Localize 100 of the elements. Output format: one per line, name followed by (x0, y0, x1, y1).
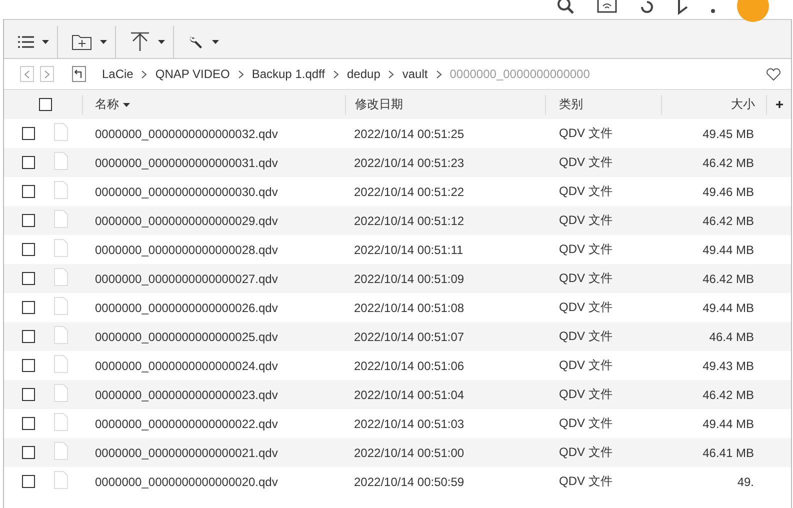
file-size: 46.42 MB (702, 214, 755, 228)
modified-date: 2022/10/14 00:51:06 (353, 358, 466, 372)
modified-date: 2022/10/14 00:51:12 (353, 214, 466, 228)
column-header[interactable]: 大小 (731, 96, 755, 113)
row-checkbox[interactable] (22, 475, 35, 488)
right-chevron-icon (44, 70, 50, 78)
file-size: 49.44 MB (702, 416, 755, 430)
row-checkbox[interactable] (22, 417, 35, 430)
parent-folder-button[interactable] (72, 66, 86, 82)
column-header[interactable]: 名称 (95, 96, 119, 113)
file-type: QDV 文件 (558, 125, 614, 142)
file-icon (54, 355, 68, 373)
row-checkbox[interactable] (22, 388, 35, 401)
add-column-icon[interactable] (776, 101, 782, 108)
file-type: QDV 文件 (558, 328, 614, 345)
file-type: QDV 文件 (558, 386, 614, 403)
list-icon (18, 36, 34, 48)
row-checkbox[interactable] (22, 272, 35, 285)
file-name[interactable]: 0000000_0000000000000027.qdv (82, 272, 345, 286)
file-size: 49. (736, 474, 755, 488)
caret-icon (100, 40, 107, 44)
file-name[interactable]: 0000000_0000000000000029.qdv (82, 214, 345, 228)
file-icon (54, 442, 68, 460)
row-checkbox[interactable] (22, 185, 35, 198)
chevron-icon (388, 70, 394, 78)
refresh-icon[interactable] (639, 0, 655, 15)
chevron-icon (141, 70, 148, 78)
file-name[interactable]: 0000000_0000000000000025.qdv (82, 330, 345, 344)
file-icon (54, 268, 68, 286)
modified-date: 2022/10/14 00:50:59 (353, 474, 466, 488)
breadcrumb-link[interactable]: LaCie (102, 67, 134, 81)
file-name[interactable]: 0000000_0000000000000023.qdv (82, 388, 345, 402)
file-type: QDV 文件 (558, 212, 614, 229)
modified-date: 2022/10/14 00:51:22 (353, 184, 466, 198)
file-type: QDV 文件 (558, 444, 614, 461)
file-type: QDV 文件 (558, 357, 614, 374)
file-icon (54, 239, 68, 257)
file-name[interactable]: 0000000_0000000000000026.qdv (82, 300, 345, 314)
file-name[interactable]: 0000000_0000000000000020.qdv (82, 474, 345, 488)
file-type: QDV 文件 (558, 415, 614, 432)
modified-date: 2022/10/14 00:51:07 (353, 330, 466, 344)
file-icon (54, 384, 68, 402)
breadcrumb-link[interactable]: QNAP VIDEO (155, 67, 230, 81)
left-chevron-icon (24, 70, 30, 78)
file-size: 46.4 MB (708, 330, 755, 344)
breadcrumb-link[interactable]: Backup 1.qdff (252, 67, 325, 81)
file-size: 49.46 MB (702, 184, 755, 198)
chevron-icon (436, 70, 442, 78)
row-checkbox[interactable] (22, 127, 35, 140)
modified-date: 2022/10/14 00:51:04 (353, 388, 466, 402)
folder-plus-icon (72, 34, 92, 50)
caret-icon (212, 40, 219, 44)
row-checkbox[interactable] (22, 156, 35, 169)
modified-date: 2022/10/14 00:51:09 (353, 272, 466, 286)
caret-icon (158, 40, 165, 44)
file-size: 49.44 MB (702, 300, 755, 314)
file-name[interactable]: 0000000_0000000000000031.qdv (82, 156, 345, 170)
file-icon (54, 210, 68, 228)
file-name[interactable]: 0000000_0000000000000030.qdv (82, 184, 345, 198)
modified-date: 2022/10/14 00:51:23 (353, 156, 466, 170)
file-size: 46.42 MB (702, 388, 755, 402)
file-type: QDV 文件 (558, 183, 614, 200)
file-name[interactable]: 0000000_0000000000000032.qdv (82, 126, 345, 140)
return-arrow-icon (74, 69, 84, 79)
file-icon (54, 297, 68, 315)
heart-icon[interactable] (766, 68, 781, 80)
file-name[interactable]: 0000000_0000000000000021.qdv (82, 446, 345, 460)
monitor-icon[interactable] (597, 0, 617, 15)
row-checkbox[interactable] (22, 243, 35, 256)
modified-date: 2022/10/14 00:51:11 (353, 242, 464, 256)
chevron-icon (333, 70, 339, 78)
file-icon (54, 413, 68, 431)
row-checkbox[interactable] (22, 446, 35, 459)
file-size: 49.44 MB (702, 242, 755, 256)
upload-icon (130, 32, 150, 52)
file-name[interactable]: 0000000_0000000000000028.qdv (82, 242, 345, 256)
breadcrumb-link[interactable]: dedup (347, 67, 380, 81)
column-header[interactable]: 修改日期 (355, 96, 403, 113)
row-checkbox[interactable] (22, 359, 35, 372)
file-icon (54, 152, 68, 170)
file-name[interactable]: 0000000_0000000000000024.qdv (82, 358, 345, 372)
file-icon (54, 123, 68, 141)
select-all-checkbox[interactable] (39, 98, 52, 111)
file-size: 46.42 MB (702, 272, 755, 286)
file-size: 49.43 MB (702, 358, 755, 372)
caret-icon (42, 40, 49, 44)
search-icon[interactable] (557, 0, 575, 15)
breadcrumb-link[interactable]: vault (402, 67, 428, 81)
column-header[interactable]: 类别 (559, 96, 583, 113)
row-checkbox[interactable] (22, 214, 35, 227)
chevron-icon (238, 70, 244, 78)
modified-date: 2022/10/14 00:51:00 (353, 446, 466, 460)
row-checkbox[interactable] (22, 301, 35, 314)
wrench-icon (188, 34, 204, 50)
file-type: QDV 文件 (558, 473, 614, 490)
file-icon (54, 326, 68, 344)
modified-date: 2022/10/14 00:51:08 (353, 300, 466, 314)
row-checkbox[interactable] (22, 330, 35, 343)
file-name[interactable]: 0000000_0000000000000022.qdv (82, 416, 345, 430)
file-type: QDV 文件 (558, 154, 614, 171)
